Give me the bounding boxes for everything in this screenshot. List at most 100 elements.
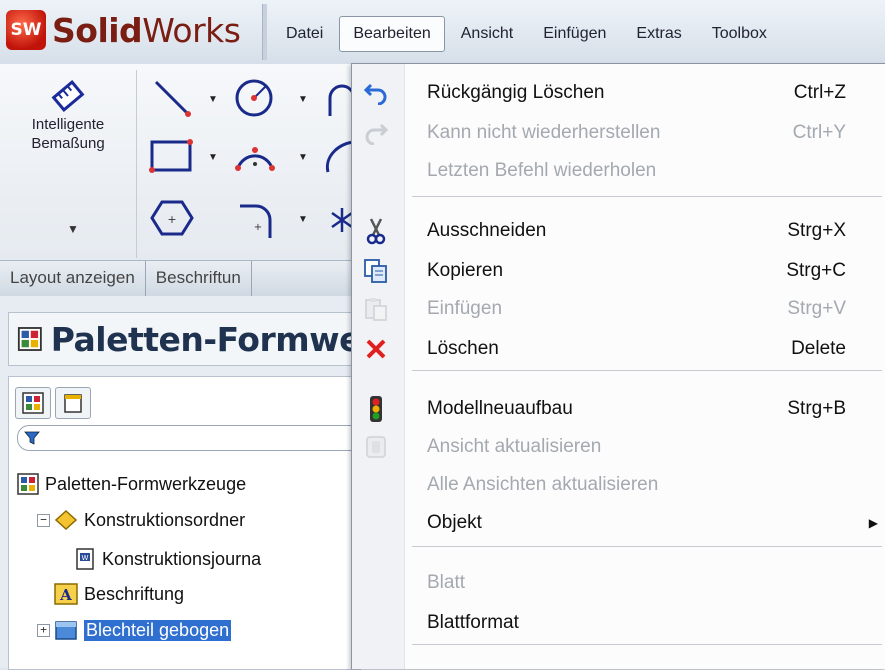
menu-item-loschen[interactable]: Löschen Delete [352,330,885,366]
menu-item-einfugen[interactable]: Einfügen Strg+V [352,290,885,326]
menu-ansicht[interactable]: Ansicht [447,16,527,52]
tree-item-label: Konstruktionsjourna [102,548,262,569]
smart-dimension-dropdown[interactable]: ▼ [67,222,79,236]
property-manager-tab[interactable] [55,387,91,419]
menu-extras[interactable]: Extras [622,16,695,52]
menu-item-shortcut: Strg+X [787,220,846,241]
menu-item-shortcut: Ctrl+Z [793,82,846,103]
refresh-view-icon [362,434,390,460]
ribbon-divider [136,70,137,258]
feature-manager-panel: Paletten-Formwe Paletten-Formwerkzeuge −… [0,296,362,670]
tree-item[interactable]: W Konstruktionsjourna [57,547,261,571]
tree-item-label: Blechteil gebogen [84,619,232,641]
menu-item-label: Löschen [427,338,499,359]
line-icon[interactable] [150,78,194,118]
annotations-icon: A [54,583,78,605]
tree-item-label: Beschriftung [84,583,185,604]
menu-item-letzten-befehl-wiederholen[interactable]: Letzten Befehl wiederholen [352,152,885,188]
smart-dimension-icon [51,80,85,112]
copy-icon [362,258,390,284]
line-dropdown[interactable]: ▼ [208,94,218,105]
menu-item-label: Blattformat [427,612,519,633]
menu-item-ansicht-aktualisieren[interactable]: Ansicht aktualisieren [352,428,885,464]
smart-dimension-label: Intelligente Bemaßung [31,116,105,152]
svg-text:+: + [254,222,262,233]
menu-separator [412,196,882,197]
tree-item[interactable]: + Blechteil gebogen [37,619,232,641]
menu-bearbeiten[interactable]: Bearbeiten [339,16,445,52]
panel-title: Paletten-Formwe [50,319,361,359]
menu-einfgen[interactable]: Einfügen [529,16,620,52]
command-tab[interactable]: Beschriftun [146,261,252,297]
menu-item-shortcut: Ctrl+Y [792,122,846,143]
menu-bar: Datei Bearbeiten Ansicht Einfügen Extras Tool… [272,16,783,52]
design-binder-icon [54,509,78,531]
menu-item-blattformat[interactable]: Blattformat [352,604,885,640]
sketch-fillet-icon[interactable]: + [236,200,276,240]
menu-item-modellneuaufbau[interactable]: Modellneuaufbau Strg+B [352,390,885,426]
filter-icon [24,431,40,445]
menu-separator [412,370,882,371]
traffic-light-icon [362,396,390,422]
command-tab[interactable]: Layout anzeigen [0,261,146,297]
menu-item-objekt[interactable]: Objekt ▶ [352,504,885,540]
title-bar: SW SolidWorks Datei Bearbeiten Ansicht Einf… [0,0,885,65]
expand-icon[interactable]: + [37,623,50,637]
menu-item-label: Einfügen [427,298,503,319]
svg-text:A: A [59,586,72,604]
menu-item-label: Ausschneiden [427,220,547,241]
submenu-arrow-icon: ▶ [868,516,878,530]
circle-dropdown[interactable]: ▼ [298,94,308,105]
menu-item-label: Kann nicht wiederherstellen [427,122,661,143]
menu-datei[interactable]: Datei [272,16,337,52]
feature-manager-icon [22,392,44,414]
menu-toolbox[interactable]: Toolbox [698,16,781,52]
menu-item-alle-ansichten-aktualisieren[interactable]: Alle Ansichten aktualisieren [352,466,885,502]
menu-item-label: Letzten Befehl wiederholen [427,160,657,181]
rectangle-dropdown[interactable]: ▼ [208,152,218,163]
svg-text:W: W [82,554,89,562]
sheet-icon [54,619,78,641]
smart-dimension-button[interactable]: Intelligente Bemaßung [8,78,128,154]
drawing-icon [17,327,42,351]
redo-icon [362,120,390,146]
collapse-icon[interactable]: − [37,513,50,527]
sw-logo-icon: SW [6,10,46,50]
menu-item-label: Objekt [427,512,482,533]
menu-item-shortcut: Strg+C [786,260,846,281]
feature-tree-box: Paletten-Formwerkzeuge − Konstruktionsordn… [8,376,362,670]
polygon-icon[interactable]: + [150,198,194,238]
title-divider [262,4,267,60]
menu-item-label: Ansicht aktualisieren [427,436,602,457]
panel-title-bar: Paletten-Formwe [8,312,361,366]
tree-item-label: Konstruktionsordner [84,509,246,530]
menu-item-ruckgangig-loschen[interactable]: Rückgängig Löschen Ctrl+Z [352,74,885,110]
tree-item[interactable]: Paletten-Formwerkzeuge [17,473,246,495]
edit-menu-dropdown: Rückgängig Löschen Ctrl+Z Kann nicht wiede… [351,63,885,669]
solidworks-logo: SW SolidWorks [6,10,241,50]
app-name: SolidWorks [52,10,241,50]
menu-item-label: Rückgängig Löschen [427,82,605,103]
rectangle-icon[interactable] [148,136,194,176]
tree-item[interactable]: − Konstruktionsordner [37,509,245,531]
menu-item-kopieren[interactable]: Kopieren Strg+C [352,252,885,288]
circle-icon[interactable] [232,76,276,120]
menu-item-ausschneiden[interactable]: Ausschneiden Strg+X [352,212,885,248]
tree-item[interactable]: A Beschriftung [37,583,184,605]
menu-item-label: Kopieren [427,260,504,281]
menu-item-label: Blatt [427,572,466,593]
filter-input[interactable] [17,425,362,451]
tree-item-label: Paletten-Formwerkzeuge [45,473,247,494]
property-manager-icon [64,394,82,413]
menu-item-label: Modellneuaufbau [427,398,573,419]
menu-separator [412,644,882,645]
feature-manager-tab[interactable] [15,387,51,419]
centerpoint-arc-icon[interactable] [232,136,278,176]
fillet-dropdown[interactable]: ▼ [298,214,308,225]
centerpoint-arc-dropdown[interactable]: ▼ [298,152,308,163]
command-manager-tabs: Layout anzeigen Beschriftun [0,260,360,298]
menu-item-kann-nicht-wiederherstellen[interactable]: Kann nicht wiederherstellen Ctrl+Y [352,114,885,150]
paste-icon [362,296,390,322]
svg-text:+: + [167,213,176,226]
menu-item-blatt[interactable]: Blatt [352,564,885,600]
